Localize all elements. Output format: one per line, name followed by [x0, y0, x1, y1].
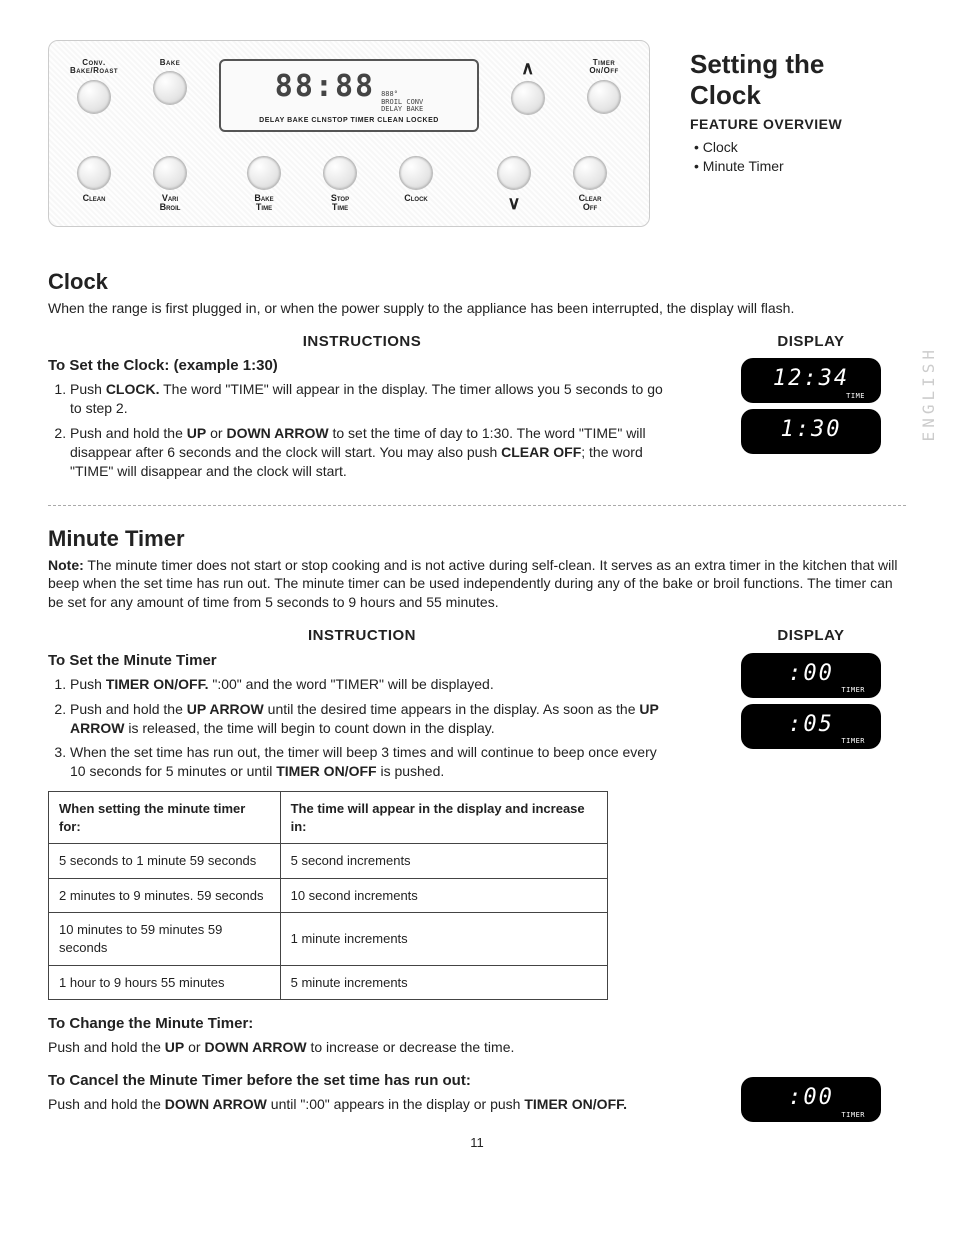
knob-icon [399, 156, 433, 190]
lcd-display: 88:88 888° BROIL CONV DELAY BAKE DELAY B… [219, 59, 479, 132]
clock-heading: Clock [48, 267, 906, 297]
knob-icon [77, 156, 111, 190]
oven-control-panel: Conv. Bake/Roast Bake 88:88 888° BROIL C… [48, 40, 650, 227]
knob-icon [511, 81, 545, 115]
minute-step-2: Push and hold the UP ARROW until the des… [70, 700, 676, 738]
cancel-minute-heading: To Cancel the Minute Timer before the se… [48, 1071, 676, 1091]
table-row: 1 hour to 9 hours 55 minutes5 minute inc… [49, 965, 608, 1000]
clear-off-button[interactable]: Clear Off [563, 156, 617, 213]
display-example: :00 TIMER [741, 653, 881, 698]
minute-timer-note: Note: The minute timer does not start or… [48, 556, 906, 613]
clock-step-2: Push and hold the UP or DOWN ARROW to se… [70, 424, 676, 481]
minute-step-3: When the set time has run out, the timer… [70, 743, 676, 781]
page-title-line2: Clock [690, 81, 906, 110]
page-title-line1: Setting the [690, 50, 906, 79]
display-heading: DISPLAY [716, 626, 906, 646]
clock-steps: Push CLOCK. The word "TIME" will appear … [48, 380, 676, 480]
divider [48, 505, 906, 506]
table-row: 2 minutes to 9 minutes. 59 seconds10 sec… [49, 878, 608, 913]
stop-time-button[interactable]: Stop Time [313, 156, 367, 213]
knob-icon [247, 156, 281, 190]
bake-time-button[interactable]: Bake Time [237, 156, 291, 213]
display-example: 1:30 [741, 409, 881, 454]
set-minute-subheading: To Set the Minute Timer [48, 651, 676, 671]
display-example: :05 TIMER [741, 704, 881, 749]
minute-step-1: Push TIMER ON/OFF. ":00" and the word "T… [70, 675, 676, 694]
minute-timer-heading: Minute Timer [48, 524, 906, 554]
down-arrow-button[interactable]: ∨ [487, 156, 541, 212]
knob-icon [153, 71, 187, 105]
knob-icon [77, 80, 111, 114]
display-heading: DISPLAY [716, 332, 906, 352]
lcd-main-digits: 88:88 [275, 67, 375, 108]
clock-button[interactable]: Clock [389, 156, 443, 203]
table-header: When setting the minute timer for: [49, 792, 281, 844]
change-minute-heading: To Change the Minute Timer: [48, 1014, 906, 1034]
knob-icon [323, 156, 357, 190]
knob-icon [587, 80, 621, 114]
lcd-indicators: DELAY BAKE CLNSTOP TIMER CLEAN LOCKED [231, 116, 467, 125]
table-row: 5 seconds to 1 minute 59 seconds5 second… [49, 844, 608, 879]
chevron-down-icon: ∨ [507, 194, 520, 212]
cancel-minute-body: Push and hold the DOWN ARROW until ":00"… [48, 1095, 676, 1114]
set-clock-subheading: To Set the Clock: (example 1:30) [48, 356, 676, 376]
table-header: The time will appear in the display and … [280, 792, 607, 844]
bake-button[interactable]: Bake [143, 59, 197, 105]
vari-broil-button[interactable]: Vari Broil [143, 156, 197, 213]
english-label: ENGLISH [918, 346, 940, 441]
knob-icon [573, 156, 607, 190]
change-minute-body: Push and hold the UP or DOWN ARROW to in… [48, 1038, 906, 1057]
up-arrow-button[interactable]: ∧ [501, 59, 555, 115]
feature-item: Minute Timer [694, 157, 906, 176]
instruction-heading: INSTRUCTION [48, 626, 676, 646]
clock-intro: When the range is first plugged in, or w… [48, 299, 906, 318]
table-row: 10 minutes to 59 minutes 59 seconds1 min… [49, 913, 608, 965]
display-example: :00 TIMER [741, 1077, 881, 1122]
feature-overview-heading: FEATURE OVERVIEW [690, 115, 906, 134]
chevron-up-icon: ∧ [521, 59, 535, 77]
minute-steps: Push TIMER ON/OFF. ":00" and the word "T… [48, 675, 676, 781]
feature-item: Clock [694, 138, 906, 157]
increment-table: When setting the minute timer for: The t… [48, 791, 608, 1000]
display-example: 12:34 TIME [741, 358, 881, 403]
knob-icon [153, 156, 187, 190]
knob-icon [497, 156, 531, 190]
timer-onoff-button[interactable]: Timer On/Off [577, 59, 631, 114]
page-number: 11 [48, 1134, 906, 1152]
clock-step-1: Push CLOCK. The word "TIME" will appear … [70, 380, 676, 418]
instructions-heading: INSTRUCTIONS [48, 332, 676, 352]
conv-bake-roast-button[interactable]: Conv. Bake/Roast [67, 59, 121, 114]
clean-button[interactable]: Clean [67, 156, 121, 203]
sidebar: Setting the Clock FEATURE OVERVIEW Clock… [690, 40, 906, 227]
